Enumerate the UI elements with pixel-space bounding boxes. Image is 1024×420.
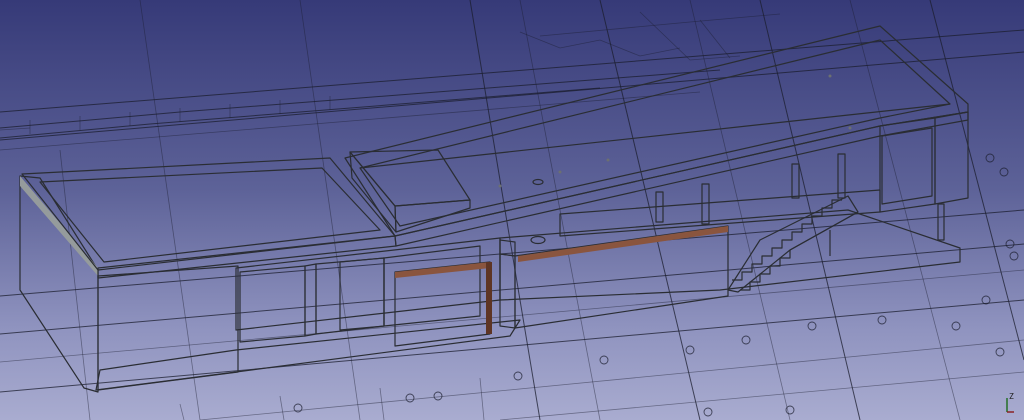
3d-viewport[interactable]: Z [0,0,1024,420]
wood-panel-left[interactable] [97,265,239,391]
axis-indicator: Z [998,392,1016,414]
architecture-scene[interactable] [0,0,1024,420]
z-axis-label: Z [1009,392,1014,401]
lower-left-wing[interactable] [19,157,521,393]
glass-panel-center[interactable] [383,245,481,327]
upper-sloped-wing[interactable] [344,25,969,329]
glass-panel-left[interactable] [239,265,306,343]
